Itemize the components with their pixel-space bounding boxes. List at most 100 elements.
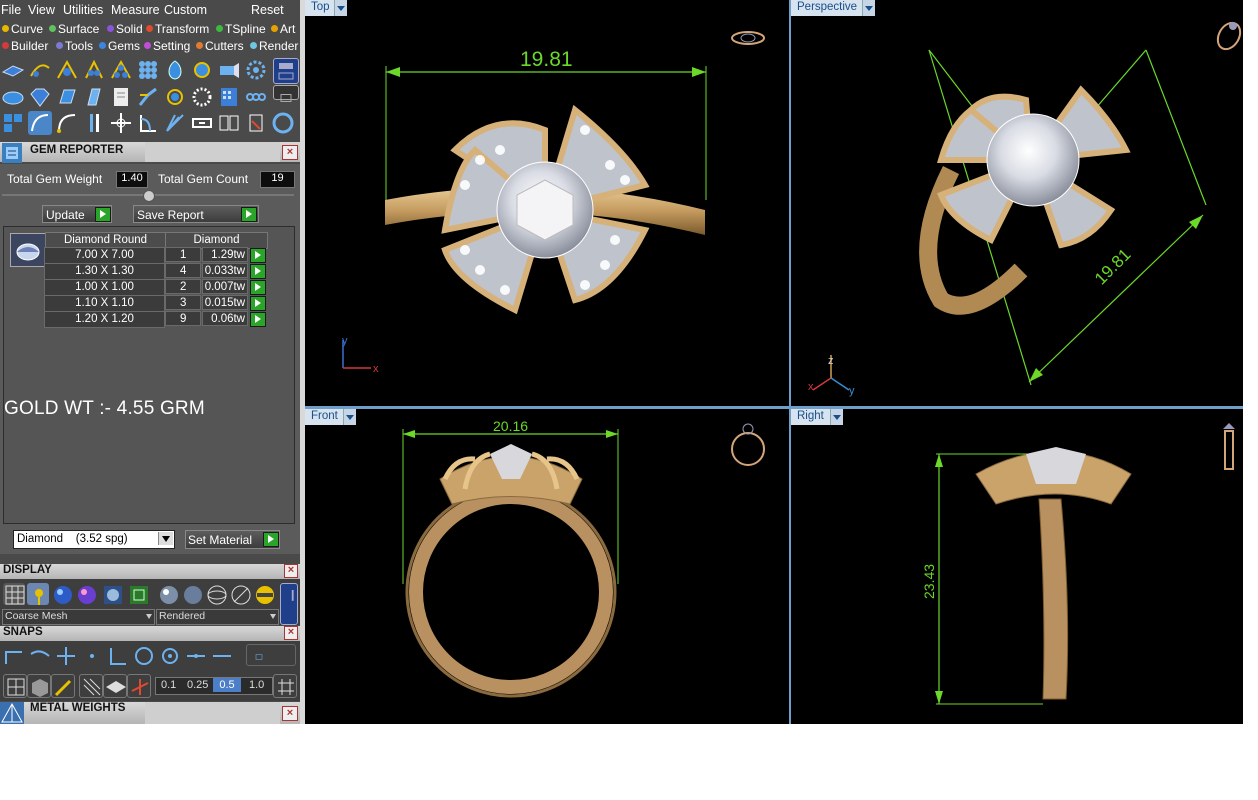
- shaded-sphere-icon[interactable]: [51, 583, 73, 605]
- viewport-divider-vertical[interactable]: [789, 0, 791, 724]
- link-tool-icon[interactable]: [190, 111, 214, 135]
- grid-view-icon[interactable]: [127, 583, 149, 605]
- mirror-tool-icon[interactable]: [217, 111, 241, 135]
- profile-tool-icon[interactable]: [136, 111, 160, 135]
- menu-custom[interactable]: Custom: [164, 3, 207, 17]
- group-cutters[interactable]: Cutters: [196, 39, 244, 53]
- axis-icon[interactable]: [127, 674, 151, 698]
- row-go-icon[interactable]: [250, 280, 266, 295]
- group-render[interactable]: Render: [250, 39, 298, 53]
- cut-tool-icon[interactable]: [244, 111, 268, 135]
- snap-value-1[interactable]: 0.25: [187, 679, 208, 691]
- group-setting[interactable]: Setting: [144, 39, 190, 53]
- update-button[interactable]: Update: [42, 205, 112, 223]
- snap-grid-view-icon[interactable]: [3, 674, 27, 698]
- table-row[interactable]: 1.00 X 1.00 2 0.007tw: [44, 279, 274, 296]
- viewport-perspective[interactable]: Perspective z x y 19.81: [791, 0, 1243, 406]
- pointer-icon[interactable]: [27, 583, 49, 605]
- row-go-icon[interactable]: [250, 248, 266, 263]
- head-icon[interactable]: [163, 85, 187, 109]
- snap-perp-icon[interactable]: [106, 644, 128, 666]
- group-builder[interactable]: Builder: [2, 39, 48, 53]
- group-transform[interactable]: Transform: [146, 22, 209, 36]
- close-icon[interactable]: ×: [284, 626, 298, 640]
- wireframe-icon[interactable]: [3, 583, 25, 605]
- circle-tool-icon[interactable]: [271, 111, 295, 135]
- gem-list-icon[interactable]: [217, 85, 241, 109]
- group-tools[interactable]: Tools: [56, 39, 93, 53]
- save-report-button[interactable]: Save Report: [133, 205, 259, 223]
- reset-button[interactable]: Reset: [251, 3, 284, 17]
- panel-toggle-icon[interactable]: [273, 58, 299, 84]
- group-solid[interactable]: Solid: [107, 22, 143, 36]
- close-icon[interactable]: ×: [282, 706, 298, 721]
- set-material-button[interactable]: Set Material: [185, 530, 280, 549]
- gem-baguette-icon[interactable]: [82, 85, 106, 109]
- table-row[interactable]: 1.10 X 1.10 3 0.015tw: [44, 295, 274, 312]
- pencil-icon[interactable]: [51, 674, 75, 698]
- gem-emerald-icon[interactable]: [55, 85, 79, 109]
- sweep-tool-icon[interactable]: [163, 111, 187, 135]
- gem-cluster-icon[interactable]: [136, 58, 160, 82]
- viewport-front[interactable]: Front 20.16: [305, 409, 789, 724]
- mesh-select[interactable]: Coarse Mesh: [2, 609, 155, 625]
- splitter-handle[interactable]: [143, 190, 155, 202]
- move-icon[interactable]: [109, 111, 133, 135]
- box-icon[interactable]: [27, 674, 51, 698]
- snap-mid-icon[interactable]: [184, 644, 206, 666]
- gem-flower-icon[interactable]: [244, 58, 268, 82]
- row-go-icon[interactable]: [250, 312, 266, 327]
- pave-curve-icon[interactable]: [28, 58, 52, 82]
- plane-icon[interactable]: [103, 674, 127, 698]
- viewport-divider-horizontal[interactable]: [305, 406, 1243, 409]
- viewport-top[interactable]: Top y x 19.81: [305, 0, 789, 406]
- close-icon[interactable]: ×: [284, 564, 298, 578]
- table-row[interactable]: 7.00 X 7.00 1 1.29tw: [44, 247, 274, 264]
- material-sphere-icon[interactable]: [157, 583, 179, 605]
- split-tool-icon[interactable]: [82, 111, 106, 135]
- snap-value-3[interactable]: 1.0: [249, 679, 264, 691]
- table-row[interactable]: 1.30 X 1.30 4 0.033tw: [44, 263, 274, 280]
- small-toggle-icon[interactable]: [273, 85, 299, 102]
- render-select[interactable]: Rendered: [156, 609, 279, 625]
- curve-tool-icon[interactable]: [28, 111, 52, 135]
- gem-on-curve-icon[interactable]: [55, 58, 79, 82]
- menu-file[interactable]: File: [1, 3, 21, 17]
- snap-point-icon[interactable]: [80, 644, 102, 666]
- table-row[interactable]: 1.20 X 1.20 9 0.06tw: [44, 311, 274, 328]
- gem-oval-icon[interactable]: [1, 85, 25, 109]
- gem-plane-icon[interactable]: [1, 58, 25, 82]
- snap-value-0[interactable]: 0.1: [161, 679, 176, 691]
- menu-view[interactable]: View: [28, 3, 55, 17]
- snap-center-icon[interactable]: [158, 644, 180, 666]
- grid-angle-icon[interactable]: [79, 674, 103, 698]
- snap-end-icon[interactable]: [2, 644, 24, 666]
- close-icon[interactable]: ×: [282, 145, 298, 160]
- gem-cutter-icon[interactable]: [217, 58, 241, 82]
- gold-sphere-icon[interactable]: [253, 583, 275, 605]
- group-tspline[interactable]: TSpline: [216, 22, 266, 36]
- gem-chain-icon[interactable]: [244, 85, 268, 109]
- snap-cross-icon[interactable]: [54, 644, 76, 666]
- halo-icon[interactable]: [190, 85, 214, 109]
- wire-sphere-icon[interactable]: [205, 583, 227, 605]
- menu-measure[interactable]: Measure: [111, 3, 160, 17]
- gem-table-icon[interactable]: [109, 85, 133, 109]
- group-surface[interactable]: Surface: [49, 22, 99, 36]
- group-art[interactable]: Art: [271, 22, 295, 36]
- menu-utilities[interactable]: Utilities: [63, 3, 103, 17]
- prong-icon[interactable]: [136, 85, 160, 109]
- group-gems[interactable]: Gems: [99, 39, 140, 53]
- pear-gem-icon[interactable]: [163, 58, 187, 82]
- matte-sphere-icon[interactable]: [181, 583, 203, 605]
- viewport-right[interactable]: Right 23.43: [791, 409, 1243, 724]
- snap-curve-icon[interactable]: [28, 644, 50, 666]
- environment-icon[interactable]: [101, 583, 123, 605]
- material-select[interactable]: Diamond (3.52 spg): [13, 530, 175, 549]
- gem-setting-icon[interactable]: [190, 58, 214, 82]
- sphere-cut-icon[interactable]: [229, 583, 251, 605]
- snap-lock-icon[interactable]: [273, 674, 297, 698]
- rendered-sphere-icon[interactable]: [75, 583, 97, 605]
- row-go-icon[interactable]: [250, 296, 266, 311]
- snap-value-active[interactable]: 0.5: [213, 678, 241, 692]
